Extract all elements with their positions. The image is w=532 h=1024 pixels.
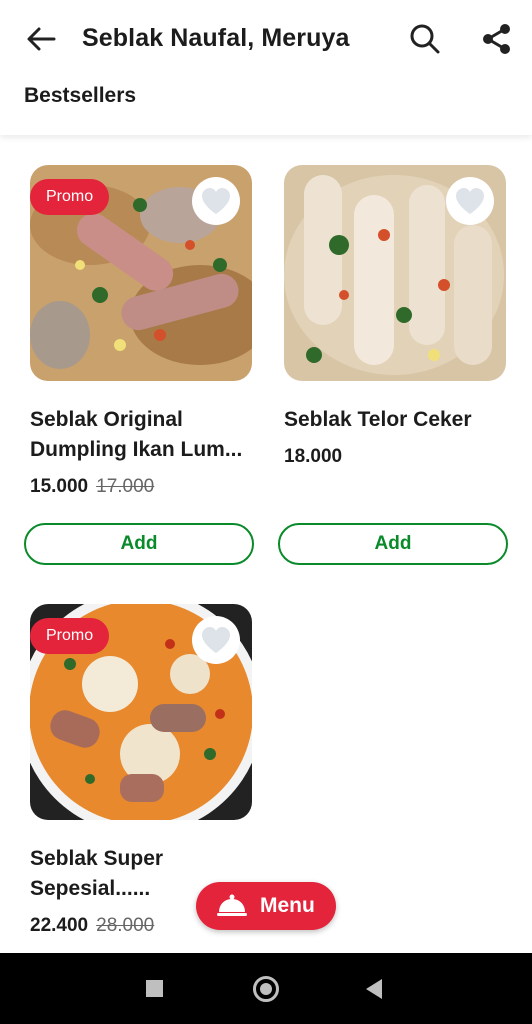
- recent-apps-icon[interactable]: [146, 980, 163, 997]
- favorite-button[interactable]: [192, 616, 240, 664]
- back-arrow-icon[interactable]: [24, 22, 58, 56]
- product-price: 22.400 28.000: [30, 915, 154, 937]
- product-price: 18.000: [284, 446, 342, 468]
- favorite-button[interactable]: [192, 177, 240, 225]
- add-button[interactable]: Add: [278, 523, 508, 565]
- cloche-icon: [217, 894, 247, 916]
- home-icon[interactable]: [253, 976, 279, 1002]
- product-card[interactable]: Promo Seblak Original Dumpling Ikan Lum.…: [24, 165, 256, 567]
- promo-badge: Promo: [30, 179, 110, 215]
- current-price: 15.000: [30, 476, 89, 497]
- current-price: 22.400: [30, 915, 89, 936]
- menu-button[interactable]: Menu: [196, 882, 336, 930]
- promo-badge: Promo: [30, 618, 110, 654]
- favorite-button[interactable]: [446, 177, 494, 225]
- heart-icon: [202, 627, 230, 653]
- top-app-bar: Seblak Naufal, Meruya Bestsellers: [0, 0, 532, 135]
- product-price: 15.000 17.000: [30, 476, 154, 498]
- system-navigation-bar: [0, 953, 532, 1024]
- back-triangle-icon[interactable]: [366, 979, 382, 999]
- menu-button-label: Menu: [260, 894, 315, 917]
- heart-icon: [456, 188, 484, 214]
- original-price: 17.000: [96, 476, 155, 497]
- page-title: Seblak Naufal, Meruya: [82, 24, 350, 52]
- heart-icon: [202, 188, 230, 214]
- product-name[interactable]: Seblak Original Dumpling Ikan Lum...: [30, 405, 260, 465]
- original-price: 28.000: [96, 915, 155, 936]
- search-icon[interactable]: [408, 22, 442, 56]
- tab-bestsellers[interactable]: Bestsellers: [24, 84, 136, 108]
- share-icon[interactable]: [480, 22, 514, 56]
- current-price: 18.000: [284, 446, 343, 467]
- product-name[interactable]: Seblak Telor Ceker: [284, 405, 514, 435]
- add-button[interactable]: Add: [24, 523, 254, 565]
- product-card[interactable]: Seblak Telor Ceker 18.000 Add: [278, 165, 510, 567]
